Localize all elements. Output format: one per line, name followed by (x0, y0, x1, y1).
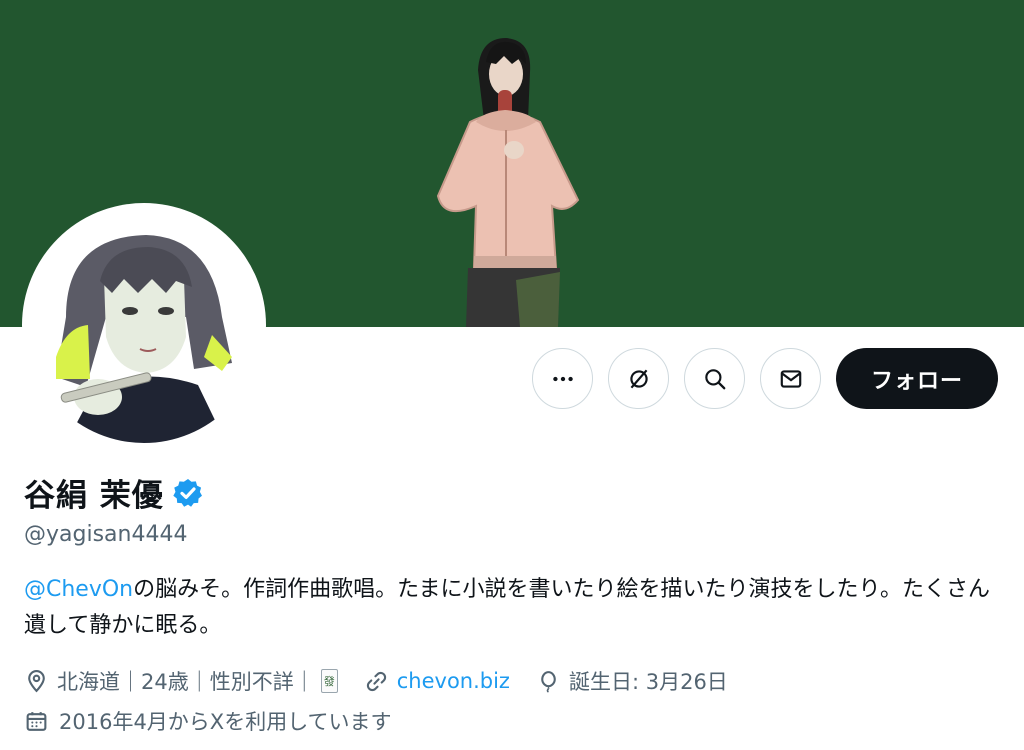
joined-text: 2016年4月からXを利用しています (59, 710, 392, 734)
display-name: 谷絹 茉優 (24, 478, 164, 514)
more-icon (552, 376, 573, 381)
mail-icon (780, 369, 801, 388)
birthday-text: 誕生日: 3月26日 (568, 670, 728, 694)
search-button[interactable] (684, 348, 745, 409)
website-link[interactable]: chevon.biz (397, 669, 510, 693)
user-handle: @yagisan4444 (24, 522, 188, 547)
profile-avatar[interactable] (22, 203, 266, 447)
website-item[interactable]: chevon.biz (364, 669, 510, 694)
message-button[interactable] (760, 348, 821, 409)
link-icon (366, 671, 386, 691)
grok-icon (629, 369, 648, 388)
profile-page: フォロー 谷絹 茉優 @yagisan4444 @ChevOnの脳みそ。作詞作曲… (0, 0, 1024, 750)
avatar-image (26, 207, 262, 443)
profile-actions: フォロー (532, 348, 998, 409)
bio-mention-link[interactable]: @ChevOn (24, 577, 133, 602)
location-item: 北海道｜24歳｜性別不詳｜ (24, 666, 315, 696)
profile-meta: 北海道｜24歳｜性別不詳｜ 發 chevon.biz 誕生日: 3月26日 (24, 666, 728, 696)
location-text: 北海道｜24歳｜性別不詳｜ (57, 670, 315, 694)
mahjong-tile-emoji: 發 (320, 669, 338, 693)
joined-date: 2016年4月からXを利用しています (24, 706, 392, 736)
profile-bio: @ChevOnの脳みそ。作詞作曲歌唱。たまに小説を書いたり絵を描いたり演技をした… (24, 572, 1004, 644)
more-button[interactable] (532, 348, 593, 409)
balloon-icon (541, 670, 556, 693)
name-row: 谷絹 茉優 (24, 470, 204, 515)
verified-badge-icon[interactable] (172, 477, 204, 509)
location-pin-icon (28, 669, 45, 692)
search-icon (704, 368, 725, 389)
follow-button[interactable]: フォロー (836, 348, 998, 409)
calendar-icon (26, 711, 47, 731)
birthday-item: 誕生日: 3月26日 (536, 666, 728, 696)
grok-button[interactable] (608, 348, 669, 409)
bio-text: の脳みそ。作詞作曲歌唱。たまに小説を書いたり絵を描いたり演技をしたり。たくさん遺… (24, 577, 991, 638)
